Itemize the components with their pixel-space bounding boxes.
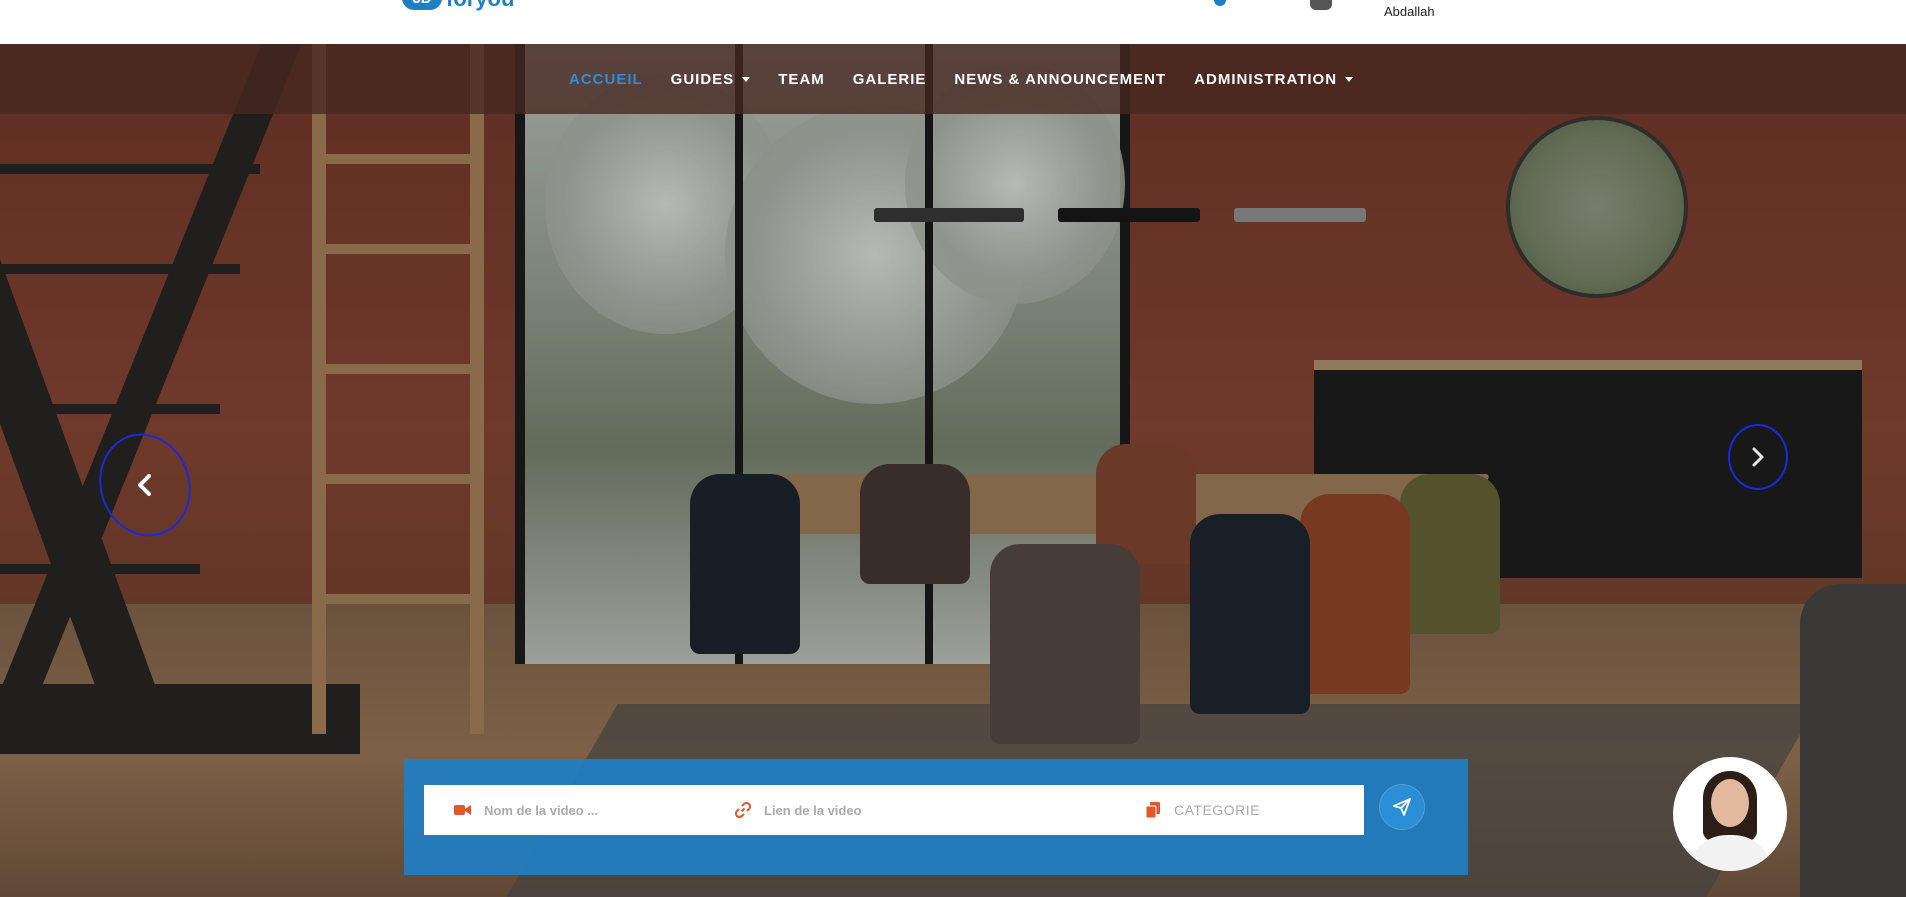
- nav-item-news[interactable]: NEWS & ANNOUNCEMENT: [954, 71, 1166, 88]
- nav-item-galerie[interactable]: GALERIE: [853, 71, 927, 88]
- caret-down-icon: [1345, 76, 1354, 82]
- video-name-input[interactable]: [484, 802, 659, 818]
- carousel-prev-button[interactable]: [86, 421, 204, 549]
- category-field[interactable]: CATEGORIE: [1144, 785, 1354, 835]
- annotation-circle: [86, 421, 204, 549]
- nav-item-label: ADMINISTRATION: [1194, 70, 1338, 88]
- nav-menu: ACCUEIL GUIDES TEAM GALERIE NEWS & ANNOU…: [569, 44, 1381, 114]
- link-icon: [734, 801, 752, 819]
- carousel-next-button[interactable]: [1728, 424, 1788, 490]
- logo-text: foryou: [446, 0, 514, 10]
- video-link-input[interactable]: [764, 802, 939, 818]
- video-camera-icon: [454, 801, 472, 819]
- cart-icon[interactable]: [1310, 0, 1332, 10]
- category-select[interactable]: CATEGORIE: [1174, 802, 1260, 818]
- send-icon: [1393, 798, 1411, 816]
- nav-item-label: NEWS & ANNOUNCEMENT: [954, 70, 1167, 88]
- video-search-panel: CATEGORIE: [404, 759, 1468, 875]
- video-link-field: [734, 785, 1034, 835]
- search-form: CATEGORIE: [424, 785, 1364, 835]
- nav-item-label: GALERIE: [852, 70, 927, 88]
- main-navbar: ACCUEIL GUIDES TEAM GALERIE NEWS & ANNOU…: [0, 44, 1906, 114]
- chat-assistant-avatar[interactable]: [1673, 757, 1787, 871]
- logo-mark: 3D: [402, 0, 442, 10]
- notification-icon[interactable]: [1214, 0, 1226, 6]
- copy-icon: [1144, 801, 1162, 819]
- username-label[interactable]: Abdallah: [1384, 4, 1435, 19]
- site-logo[interactable]: 3D foryou: [402, 0, 514, 10]
- nav-item-team[interactable]: TEAM: [778, 71, 825, 88]
- search-submit-button[interactable]: [1380, 785, 1424, 829]
- nav-item-administration[interactable]: ADMINISTRATION: [1194, 70, 1354, 88]
- video-name-field: [454, 785, 714, 835]
- annotation-circle: [1728, 424, 1788, 490]
- nav-item-accueil[interactable]: ACCUEIL: [569, 71, 643, 88]
- nav-item-label: TEAM: [778, 70, 825, 88]
- nav-item-label: ACCUEIL: [569, 70, 643, 88]
- nav-item-guides[interactable]: GUIDES: [671, 71, 751, 88]
- caret-down-icon: [742, 76, 751, 82]
- nav-item-label: GUIDES: [670, 70, 735, 88]
- top-bar: 3D foryou Abdallah: [0, 0, 1906, 44]
